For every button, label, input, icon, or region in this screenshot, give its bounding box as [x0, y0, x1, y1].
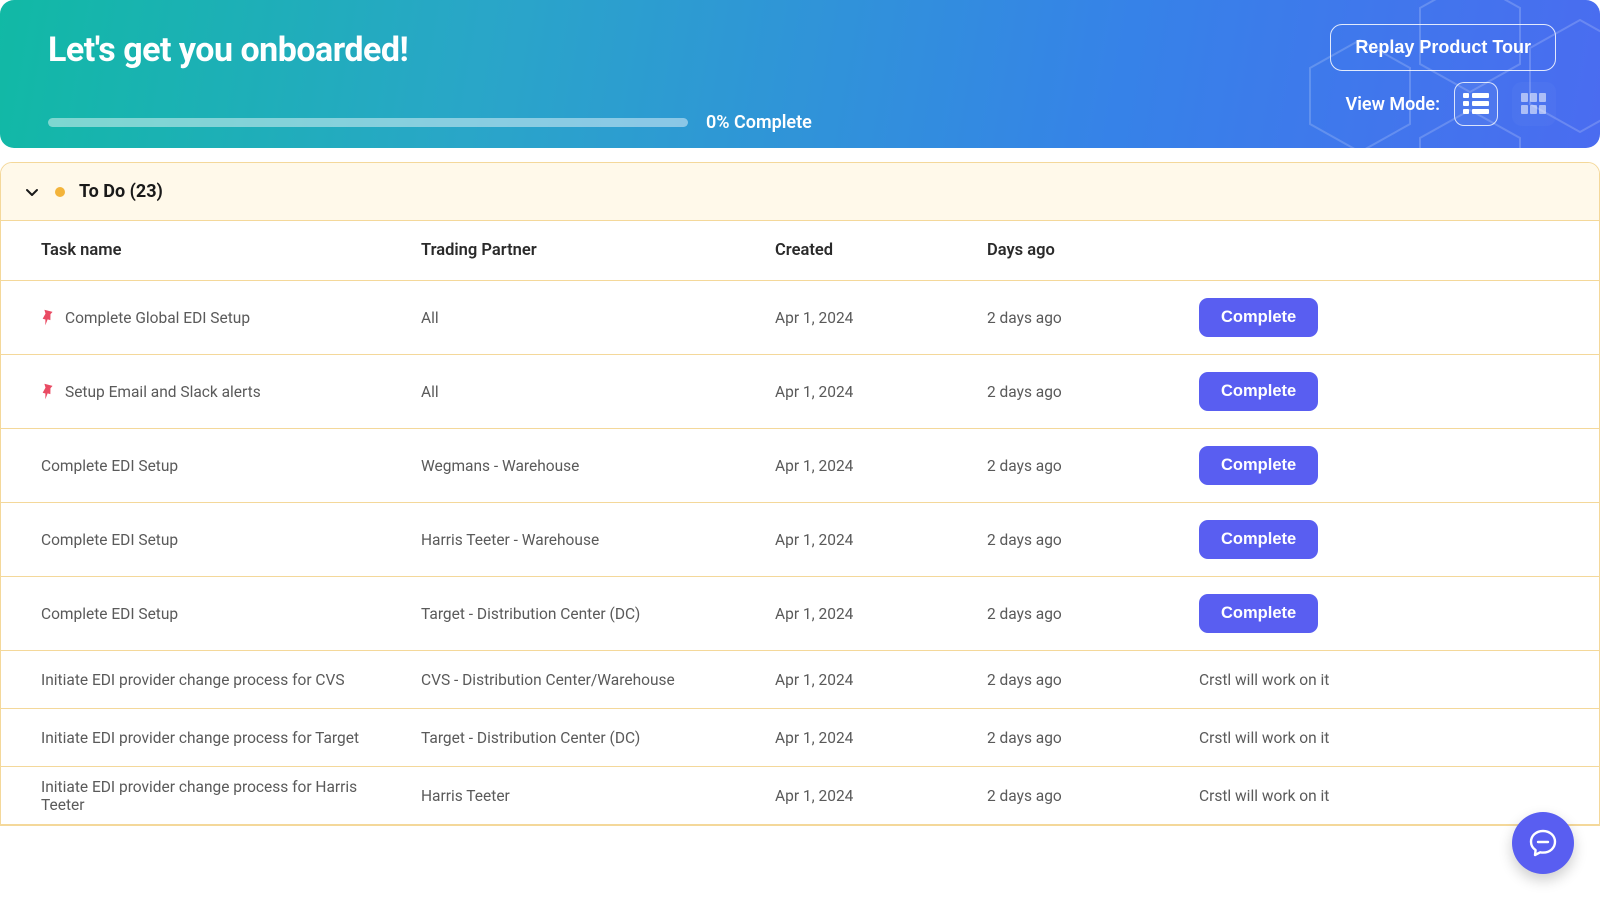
status-dot-icon: [55, 187, 65, 197]
table-row: Setup Email and Slack alerts AllApr 1, 20…: [1, 355, 1599, 429]
complete-button[interactable]: Complete: [1199, 372, 1318, 411]
table-row: Initiate EDI provider change process for…: [1, 709, 1599, 767]
partner-cell: Target - Distribution Center (DC): [421, 729, 775, 747]
partner-cell: CVS - Distribution Center/Warehouse: [421, 671, 775, 689]
action-cell: Complete: [1199, 520, 1479, 559]
task-name-cell: Initiate EDI provider change process for…: [41, 729, 421, 747]
view-grid-button[interactable]: [1512, 82, 1556, 126]
view-mode-row: View Mode:: [1346, 82, 1556, 126]
created-cell: Apr 1, 2024: [775, 671, 987, 689]
table-row: Initiate EDI provider change process for…: [1, 651, 1599, 709]
task-name[interactable]: Initiate EDI provider change process for…: [41, 729, 359, 747]
action-note: Crstl will work on it: [1199, 671, 1329, 689]
complete-button[interactable]: Complete: [1199, 594, 1318, 633]
task-name-cell: Initiate EDI provider change process for…: [41, 671, 421, 689]
action-cell: Complete: [1199, 298, 1479, 337]
grid-icon: [1521, 93, 1547, 115]
created-cell: Apr 1, 2024: [775, 787, 987, 805]
created-cell: Apr 1, 2024: [775, 605, 987, 623]
pin-icon: [37, 306, 58, 329]
task-name-cell: Complete EDI Setup: [41, 457, 421, 475]
section-header[interactable]: To Do (23): [1, 163, 1599, 221]
days-ago-cell: 2 days ago: [987, 531, 1199, 549]
created-cell: Apr 1, 2024: [775, 383, 987, 401]
created-cell: Apr 1, 2024: [775, 457, 987, 475]
partner-cell: Harris Teeter: [421, 787, 775, 805]
table-row: Complete EDI Setup Wegmans - WarehouseApr…: [1, 429, 1599, 503]
list-icon: [1463, 93, 1489, 115]
action-cell: Crstl will work on it: [1199, 787, 1479, 805]
action-cell: Complete: [1199, 446, 1479, 485]
action-cell: Complete: [1199, 372, 1479, 411]
table-row: Complete Global EDI Setup AllApr 1, 20242…: [1, 281, 1599, 355]
days-ago-cell: 2 days ago: [987, 605, 1199, 623]
progress-row: 0% Complete: [48, 112, 1556, 133]
action-note: Crstl will work on it: [1199, 729, 1329, 747]
table-row: Initiate EDI provider change process for…: [1, 767, 1599, 825]
created-cell: Apr 1, 2024: [775, 309, 987, 327]
task-name[interactable]: Complete EDI Setup: [41, 531, 178, 549]
partner-cell: Target - Distribution Center (DC): [421, 605, 775, 623]
days-ago-cell: 2 days ago: [987, 787, 1199, 805]
days-ago-cell: 2 days ago: [987, 383, 1199, 401]
replay-product-tour-button[interactable]: Replay Product Tour: [1330, 24, 1556, 71]
col-created: Created: [775, 241, 987, 260]
action-cell: Complete: [1199, 594, 1479, 633]
chat-icon: [1527, 827, 1559, 859]
progress-label: 0% Complete: [706, 112, 812, 133]
chat-fab-button[interactable]: [1512, 812, 1574, 874]
table-row: Complete EDI Setup Target - Distribution …: [1, 577, 1599, 651]
task-name[interactable]: Complete EDI Setup: [41, 605, 178, 623]
days-ago-cell: 2 days ago: [987, 309, 1199, 327]
task-name[interactable]: Complete Global EDI Setup: [65, 309, 250, 327]
task-name-cell: Setup Email and Slack alerts: [41, 383, 421, 401]
onboarding-hero: Let's get you onboarded! 0% Complete Rep…: [0, 0, 1600, 148]
action-cell: Crstl will work on it: [1199, 729, 1479, 747]
days-ago-cell: 2 days ago: [987, 457, 1199, 475]
col-days-ago: Days ago: [987, 241, 1199, 260]
partner-cell: All: [421, 309, 775, 327]
task-name-cell: Complete EDI Setup: [41, 531, 421, 549]
task-name-cell: Complete Global EDI Setup: [41, 309, 421, 327]
table-header-row: Task name Trading Partner Created Days a…: [1, 221, 1599, 281]
task-name[interactable]: Initiate EDI provider change process for…: [41, 778, 401, 814]
days-ago-cell: 2 days ago: [987, 671, 1199, 689]
view-mode-label: View Mode:: [1346, 94, 1440, 115]
col-task-name: Task name: [41, 241, 421, 260]
chevron-down-icon[interactable]: [23, 183, 41, 201]
section-title: To Do (23): [79, 181, 163, 202]
task-name[interactable]: Complete EDI Setup: [41, 457, 178, 475]
task-name[interactable]: Initiate EDI provider change process for…: [41, 671, 345, 689]
complete-button[interactable]: Complete: [1199, 520, 1318, 559]
task-name-cell: Complete EDI Setup: [41, 605, 421, 623]
created-cell: Apr 1, 2024: [775, 531, 987, 549]
progress-bar: [48, 118, 688, 127]
action-note: Crstl will work on it: [1199, 787, 1329, 805]
created-cell: Apr 1, 2024: [775, 729, 987, 747]
task-table: Task name Trading Partner Created Days a…: [1, 221, 1599, 825]
view-list-button[interactable]: [1454, 82, 1498, 126]
complete-button[interactable]: Complete: [1199, 298, 1318, 337]
task-name[interactable]: Setup Email and Slack alerts: [65, 383, 261, 401]
table-row: Complete EDI Setup Harris Teeter - Wareho…: [1, 503, 1599, 577]
partner-cell: Harris Teeter - Warehouse: [421, 531, 775, 549]
todo-section: To Do (23) Task name Trading Partner Cre…: [0, 162, 1600, 826]
partner-cell: All: [421, 383, 775, 401]
task-name-cell: Initiate EDI provider change process for…: [41, 778, 421, 814]
partner-cell: Wegmans - Warehouse: [421, 457, 775, 475]
pin-icon: [37, 380, 58, 403]
complete-button[interactable]: Complete: [1199, 446, 1318, 485]
action-cell: Crstl will work on it: [1199, 671, 1479, 689]
days-ago-cell: 2 days ago: [987, 729, 1199, 747]
col-partner: Trading Partner: [421, 241, 775, 260]
